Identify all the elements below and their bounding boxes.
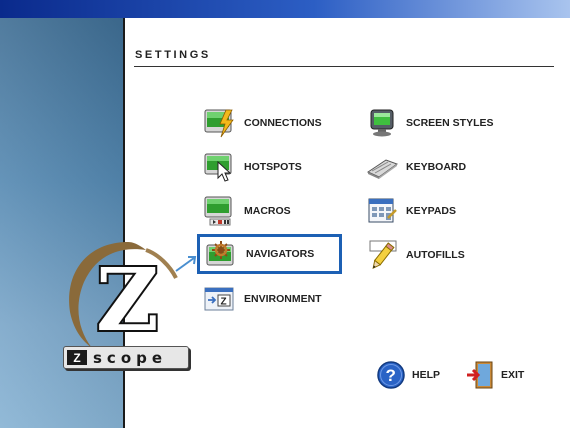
title-divider	[134, 66, 554, 67]
autofills-icon	[366, 240, 398, 270]
macros-icon	[204, 196, 236, 226]
logo-badge-text: scope	[93, 348, 168, 367]
exit-button[interactable]: EXIT	[465, 360, 524, 390]
selection-pointer-icon	[175, 256, 197, 272]
page-title: SETTINGS	[135, 49, 211, 61]
menu-item-screen-styles[interactable]: SCREEN STYLES	[366, 106, 494, 140]
title-bar	[0, 0, 570, 18]
menu-label: NAVIGATORS	[246, 248, 315, 260]
help-button[interactable]: ? HELP	[376, 360, 440, 390]
menu-item-environment[interactable]: Z ENVIRONMENT	[204, 282, 322, 316]
logo-badge-letter: Z	[67, 350, 87, 365]
menu-label: AUTOFILLS	[406, 249, 465, 261]
menu-item-autofills[interactable]: AUTOFILLS	[366, 238, 465, 272]
menu-label: KEYBOARD	[406, 161, 467, 173]
svg-text:Z: Z	[221, 297, 227, 308]
menu-label: SCREEN STYLES	[406, 117, 494, 129]
menu-label: CONNECTIONS	[244, 117, 322, 129]
connections-icon	[204, 108, 236, 138]
menu-item-navigators[interactable]: NAVIGATORS	[197, 234, 342, 274]
menu-item-connections[interactable]: CONNECTIONS	[204, 106, 322, 140]
menu-label: ENVIRONMENT	[244, 293, 322, 305]
menu-item-keyboard[interactable]: KEYBOARD	[366, 150, 466, 184]
menu-label: MACROS	[244, 205, 291, 217]
keypads-icon	[366, 196, 398, 226]
app-window: Z Z scope SETTINGS CONNECTIONS HOTSPOTS …	[0, 0, 570, 428]
help-icon: ?	[377, 361, 405, 389]
exit-label: EXIT	[501, 369, 525, 381]
exit-icon	[467, 361, 493, 389]
keyboard-icon	[366, 152, 398, 182]
hotspots-icon	[204, 152, 236, 182]
menu-item-hotspots[interactable]: HOTSPOTS	[204, 150, 302, 184]
menu-item-macros[interactable]: MACROS	[204, 194, 291, 228]
logo-letter: Z	[96, 250, 159, 351]
screen-styles-icon	[366, 108, 398, 138]
navigators-icon	[206, 239, 238, 269]
environment-icon: Z	[204, 284, 236, 314]
help-label: HELP	[412, 369, 441, 381]
logo-badge: Z scope	[63, 346, 189, 369]
menu-label: HOTSPOTS	[244, 161, 302, 173]
menu-label: KEYPADS	[406, 205, 456, 217]
menu-item-keypads[interactable]: KEYPADS	[366, 194, 456, 228]
svg-text:?: ?	[386, 366, 396, 385]
